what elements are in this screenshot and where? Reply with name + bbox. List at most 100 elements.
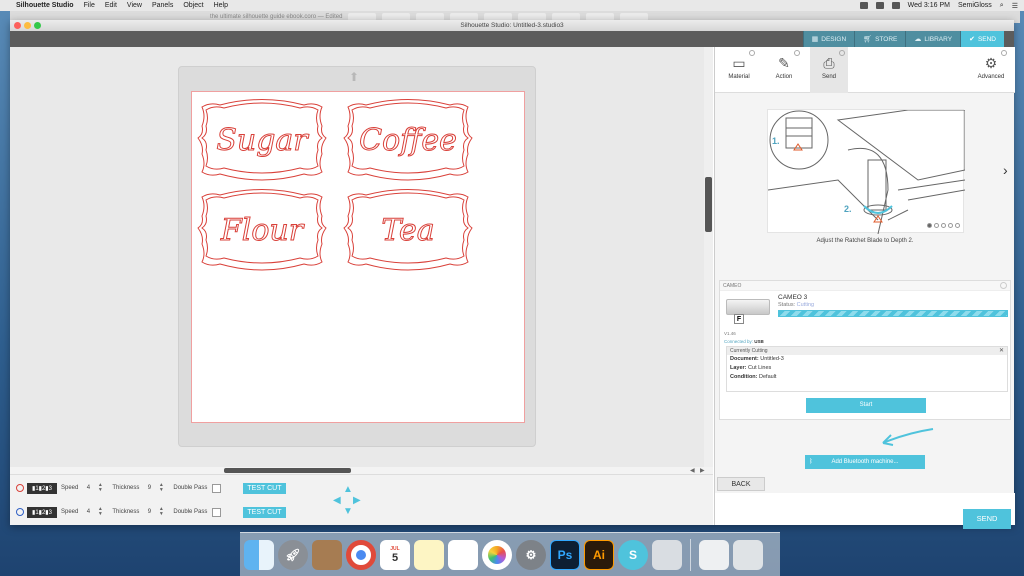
help-icon[interactable] <box>794 50 800 56</box>
move-right-icon[interactable]: ▶ <box>353 496 361 506</box>
photos-icon[interactable] <box>482 539 512 570</box>
step-two-label: 2. <box>844 204 852 214</box>
thickness-stepper[interactable]: ▲ ▼ <box>155 507 167 517</box>
scroll-right-arrow-icon[interactable]: ▶ <box>700 467 705 474</box>
clock[interactable]: Wed 3:16 PM <box>908 2 950 9</box>
double-pass-checkbox[interactable] <box>212 483 222 493</box>
document-label: Document: <box>730 356 759 362</box>
close-icon[interactable] <box>1000 282 1007 289</box>
launchpad-icon[interactable]: 🚀︎ <box>278 539 308 570</box>
cart-icon: 🛒︎ <box>863 36 873 43</box>
system-preferences-icon[interactable]: ⚙ <box>516 539 546 570</box>
wifi-icon[interactable] <box>875 2 884 9</box>
trash-icon[interactable] <box>733 539 763 570</box>
move-up-icon[interactable]: ▲ <box>343 485 353 495</box>
blade-selector[interactable]: ▮1▮2▮3 <box>27 482 57 494</box>
close-window-button[interactable] <box>14 22 21 29</box>
finder-icon[interactable] <box>244 539 274 570</box>
back-button[interactable]: BACK <box>717 477 765 491</box>
instruction-caption: Adjust the Ratchet Blade to Depth 2. <box>816 238 914 244</box>
title-bar[interactable]: Silhouette Studio: Untitled-3.studio3 <box>10 20 1014 31</box>
speed-stepper[interactable]: ▲ ▼ <box>94 507 106 517</box>
label-coffee-text: Coffee <box>359 123 457 158</box>
scroll-left-arrow-icon[interactable]: ◀ <box>690 467 695 474</box>
bluetooth-icon: ᛒ <box>809 459 813 465</box>
design-canvas[interactable]: ⬆ Sugar Coffee Flour Tea <box>10 47 707 467</box>
send-button[interactable]: SEND <box>963 509 1011 529</box>
menu-list-icon[interactable]: ☰ <box>1012 2 1018 10</box>
calendar-icon[interactable]: JUL 5 <box>380 539 410 570</box>
help-icon[interactable] <box>1001 50 1007 56</box>
test-cut-button[interactable]: TEST CUT <box>243 506 286 518</box>
tab-send-label: SEND <box>977 35 996 43</box>
battery-icon[interactable] <box>891 2 900 9</box>
close-icon[interactable]: ✕ <box>999 347 1004 355</box>
horizontal-scrollbar[interactable]: ◀ ▶ <box>10 467 713 474</box>
double-pass-label: Double Pass <box>173 509 208 515</box>
help-icon[interactable] <box>749 50 755 56</box>
tab-library[interactable]: ☁ LIBRARY <box>905 31 961 47</box>
carousel-dot[interactable] <box>934 223 939 228</box>
test-cut-button[interactable]: TEST CUT <box>243 482 286 494</box>
illustrator-icon[interactable]: Ai <box>584 539 614 570</box>
horizontal-scroll-thumb[interactable] <box>224 468 351 473</box>
document-icon[interactable] <box>699 539 729 570</box>
menu-file[interactable]: File <box>84 2 95 9</box>
move-left-icon[interactable]: ◀ <box>333 496 341 506</box>
search-icon[interactable]: ⌕ <box>1000 2 1004 10</box>
menu-edit[interactable]: Edit <box>105 2 117 9</box>
design-page[interactable]: Sugar Coffee Flour Tea <box>191 91 525 423</box>
speed-stepper[interactable]: ▲ ▼ <box>94 483 106 493</box>
tab-material[interactable]: ▭ Material <box>720 47 758 93</box>
status-icon[interactable] <box>859 2 868 9</box>
menu-app-name[interactable]: Silhouette Studio <box>16 2 74 9</box>
notes-icon[interactable] <box>414 539 444 570</box>
minimize-window-button[interactable] <box>24 22 31 29</box>
tab-action[interactable]: ✎ Action <box>765 47 803 93</box>
line-color-swatch[interactable] <box>16 484 24 492</box>
move-down-icon[interactable]: ▼ <box>343 507 353 517</box>
menu-object[interactable]: Object <box>183 2 203 9</box>
tab-advanced[interactable]: ⚙ Advanced <box>972 47 1010 93</box>
check-icon: ✔ <box>969 36 975 43</box>
feed-direction-arrow-icon: ⬆ <box>349 70 360 84</box>
menu-help[interactable]: Help <box>214 2 228 9</box>
reminders-icon[interactable] <box>448 539 478 570</box>
chrome-icon[interactable] <box>346 539 376 570</box>
tab-design[interactable]: ▦ DESIGN <box>802 31 855 47</box>
user-name[interactable]: SemiGloss <box>958 2 992 9</box>
thickness-value[interactable]: 9 <box>145 509 153 515</box>
carousel-dot[interactable] <box>927 223 932 228</box>
carousel-dot[interactable] <box>948 223 953 228</box>
menu-panels[interactable]: Panels <box>152 2 173 9</box>
photoshop-icon[interactable]: Ps <box>550 539 580 570</box>
contacts-icon[interactable] <box>312 539 342 570</box>
help-icon[interactable] <box>839 50 845 56</box>
calendar-day: 5 <box>391 551 399 564</box>
silhouette-icon[interactable]: S <box>618 539 648 570</box>
carousel-dot[interactable] <box>941 223 946 228</box>
speed-value[interactable]: 4 <box>84 509 92 515</box>
vertical-scrollbar[interactable] <box>704 47 713 467</box>
line-color-swatch[interactable] <box>16 508 24 516</box>
blade-illustration-svg: 1. 2. <box>767 109 966 235</box>
vertical-scroll-thumb[interactable] <box>705 177 712 232</box>
thickness-value[interactable]: 9 <box>145 485 153 491</box>
menu-view[interactable]: View <box>127 2 142 9</box>
add-bluetooth-button[interactable]: ᛒ Add Bluetooth machine... <box>805 455 925 469</box>
tab-send-panel[interactable]: ⎙ Send <box>810 47 848 93</box>
thickness-stepper[interactable]: ▲ ▼ <box>155 483 167 493</box>
dock: 🚀︎ JUL 5 ⚙ Ps Ai S <box>240 532 780 576</box>
tab-send[interactable]: ✔ SEND <box>960 31 1004 47</box>
device-section-label: CAMEO <box>723 283 742 289</box>
double-pass-checkbox[interactable] <box>212 507 222 517</box>
add-bluetooth-label: Add Bluetooth machine... <box>831 459 899 465</box>
speed-value[interactable]: 4 <box>84 485 92 491</box>
tab-store[interactable]: 🛒︎ STORE <box>854 31 906 47</box>
preview-icon[interactable] <box>652 539 682 570</box>
carousel-dot[interactable] <box>955 223 960 228</box>
zoom-window-button[interactable] <box>34 22 41 29</box>
blade-selector[interactable]: ▮1▮2▮3 <box>27 506 57 518</box>
chevron-right-icon[interactable]: › <box>1003 162 1008 178</box>
start-button[interactable]: Start <box>806 398 926 413</box>
